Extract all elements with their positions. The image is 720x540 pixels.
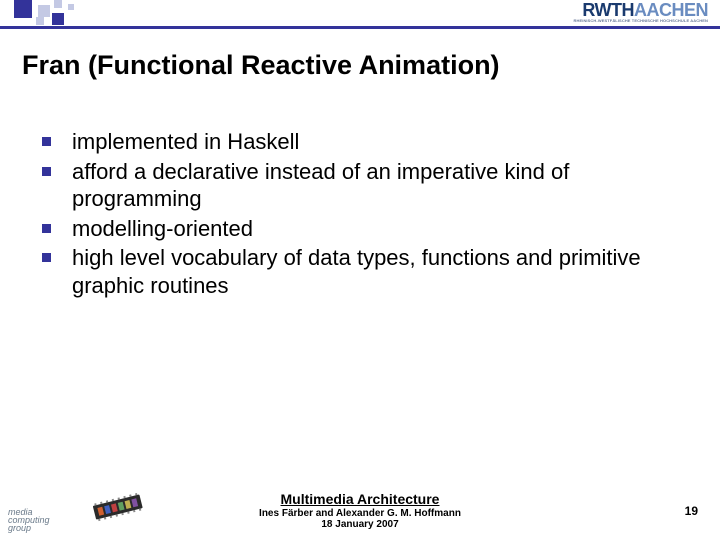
list-item: high level vocabulary of data types, fun…	[42, 244, 690, 299]
slide-footer: Multimedia Architecture Ines Färber and …	[0, 491, 720, 530]
list-item: modelling-oriented	[42, 215, 690, 243]
logo-text-main: RWTH	[582, 0, 634, 20]
page-number: 19	[685, 504, 698, 518]
footer-course: Multimedia Architecture	[0, 491, 720, 507]
list-item: implemented in Haskell	[42, 128, 690, 156]
list-item: afford a declarative instead of an imper…	[42, 158, 690, 213]
footer-authors: Ines Färber and Alexander G. M. Hoffmann	[0, 508, 720, 519]
institution-logo: RWTHAACHEN RHEINISCH-WESTFÄLISCHE TECHNI…	[573, 2, 708, 23]
logo-text-sub: AACHEN	[634, 0, 708, 20]
footer-date: 18 January 2007	[0, 519, 720, 530]
bullet-list: implemented in Haskell afford a declarat…	[42, 128, 690, 301]
slide-title: Fran (Functional Reactive Animation)	[22, 50, 500, 81]
logo-tagline: RHEINISCH-WESTFÄLISCHE TECHNISCHE HOCHSC…	[573, 18, 708, 23]
